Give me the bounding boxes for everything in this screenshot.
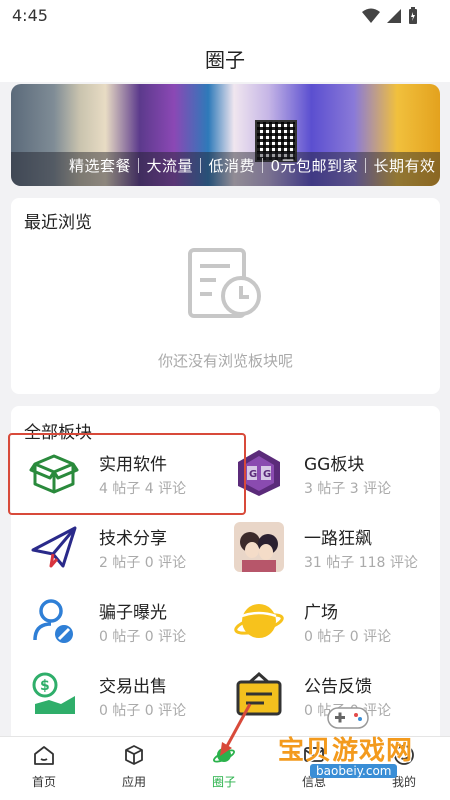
- home-icon: [34, 746, 54, 765]
- board-stats: 0 帖子 0 评论: [99, 703, 187, 719]
- board-trade-sale[interactable]: $ 交易出售 0 帖子 0 评论: [29, 666, 229, 726]
- recent-browsing-card: 最近浏览 你还没有浏览板块呢: [11, 198, 440, 394]
- tab-apps[interactable]: 应用: [104, 743, 164, 799]
- board-name: 广场: [304, 603, 338, 623]
- board-name: 骗子曝光: [99, 603, 167, 623]
- board-scam-exposure[interactable]: 骗子曝光 0 帖子 0 评论: [29, 592, 229, 652]
- recent-title: 最近浏览: [24, 213, 92, 233]
- user-block-icon: [33, 599, 73, 643]
- board-plaza[interactable]: 广场 0 帖子 0 评论: [234, 592, 434, 652]
- banner-caption: 精选套餐｜大流量｜低消费｜0元包邮到家｜长期有效: [69, 157, 436, 175]
- board-name: 公告反馈: [304, 677, 372, 697]
- promo-banner[interactable]: 精选套餐｜大流量｜低消费｜0元包邮到家｜长期有效: [11, 84, 440, 186]
- app-header: 圈子: [0, 32, 450, 82]
- highlight-box: [8, 433, 246, 515]
- empty-message: 你还没有浏览板块呢: [157, 352, 293, 370]
- tab-label: 应用: [121, 775, 146, 789]
- status-bar: 4:45: [0, 0, 450, 32]
- board-name: 一路狂飙: [304, 529, 372, 549]
- svg-text:G: G: [263, 469, 271, 480]
- red-arrow-annotation: [220, 703, 252, 756]
- svg-text:G: G: [249, 469, 257, 480]
- paper-plane-icon: [31, 526, 77, 568]
- anime-avatar-icon: [234, 522, 284, 572]
- board-stats: 3 帖子 3 评论: [304, 481, 392, 497]
- tab-home[interactable]: 首页: [14, 743, 74, 799]
- gamepad-icon: [327, 707, 369, 729]
- board-stats: 31 帖子 118 评论: [304, 555, 418, 571]
- board-gg[interactable]: G G GG板块 3 帖子 3 评论: [234, 444, 434, 504]
- watermark-text: 宝贝游戏网: [278, 736, 414, 766]
- tab-label: 圈子: [211, 775, 236, 789]
- signal-icon: [387, 9, 401, 23]
- board-name: 技术分享: [99, 529, 167, 549]
- board-name: GG板块: [304, 455, 365, 475]
- status-icons: [362, 7, 418, 25]
- board-name: 交易出售: [99, 677, 167, 697]
- status-time: 4:45: [12, 6, 48, 25]
- board-stats: 0 帖子 0 评论: [99, 629, 187, 645]
- dollar-hand-icon: $: [32, 672, 75, 714]
- tab-label: 首页: [31, 775, 56, 789]
- page-title: 圈子: [205, 48, 245, 72]
- battery-icon: [409, 7, 417, 24]
- site-watermark: 宝贝游戏网 baobeiy.com: [270, 702, 450, 794]
- cube-icon: [125, 745, 143, 765]
- watermark-url: baobeiy.com: [310, 764, 398, 778]
- board-all-the-way[interactable]: 一路狂飙 31 帖子 118 评论: [234, 518, 434, 578]
- planet-icon: [234, 604, 284, 638]
- board-stats: 0 帖子 0 评论: [304, 629, 392, 645]
- svg-text:$: $: [40, 678, 50, 694]
- board-tech-sharing[interactable]: 技术分享 2 帖子 0 评论: [29, 518, 229, 578]
- board-stats: 2 帖子 0 评论: [99, 555, 187, 571]
- empty-history-icon: [188, 248, 261, 318]
- banner-image: [11, 84, 440, 156]
- wifi-icon: [362, 8, 380, 23]
